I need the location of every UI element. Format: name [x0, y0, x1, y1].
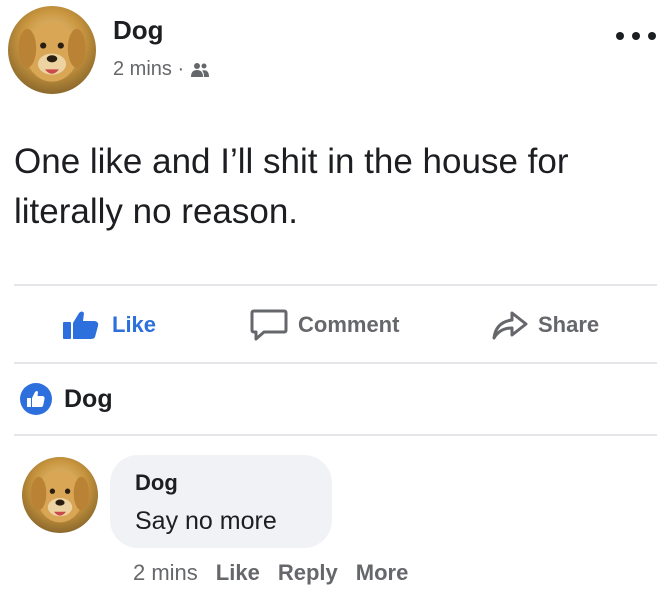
divider: [14, 284, 657, 286]
dog-avatar-image: [18, 21, 86, 82]
post-author-avatar[interactable]: [8, 6, 96, 94]
comment-more-link[interactable]: More: [356, 560, 409, 586]
divider: [14, 434, 657, 436]
comment-button[interactable]: Comment: [250, 300, 399, 350]
post-text: One like and I’ll shit in the house for …: [14, 142, 569, 231]
comment-like-link[interactable]: Like: [216, 560, 260, 586]
post-meta: 2 mins ·: [113, 58, 210, 81]
divider: [14, 362, 657, 364]
share-arrow-icon: [492, 311, 528, 340]
like-button[interactable]: Like: [62, 300, 156, 350]
reactor-name: Dog: [64, 384, 113, 413]
post-action-bar: Like Comment Share: [0, 300, 669, 350]
comment-time[interactable]: 2 mins: [133, 560, 198, 586]
comment-label: Comment: [298, 312, 400, 337]
commenter-avatar[interactable]: [22, 457, 98, 533]
post-time[interactable]: 2 mins ·: [113, 58, 184, 81]
comment-text: Say no more: [135, 507, 277, 535]
comment-reply-link[interactable]: Reply: [278, 560, 338, 586]
more-options-icon[interactable]: [616, 28, 656, 44]
comment-actions: 2 mins Like Reply More: [133, 560, 408, 586]
comment-bubble: Dog Say no more: [110, 455, 332, 548]
comment-author-name[interactable]: Dog: [135, 470, 178, 496]
like-label: Like: [112, 312, 157, 337]
share-button[interactable]: Share: [492, 300, 599, 350]
comment-bubble-icon: [250, 309, 288, 341]
reaction-summary[interactable]: Dog: [20, 383, 113, 415]
share-label: Share: [538, 312, 600, 337]
friends-icon: [191, 62, 210, 77]
dog-avatar-image: [31, 470, 89, 523]
post-author-name[interactable]: Dog: [113, 15, 164, 46]
like-reaction-icon: [20, 383, 52, 415]
thumbs-up-icon: [63, 311, 99, 339]
